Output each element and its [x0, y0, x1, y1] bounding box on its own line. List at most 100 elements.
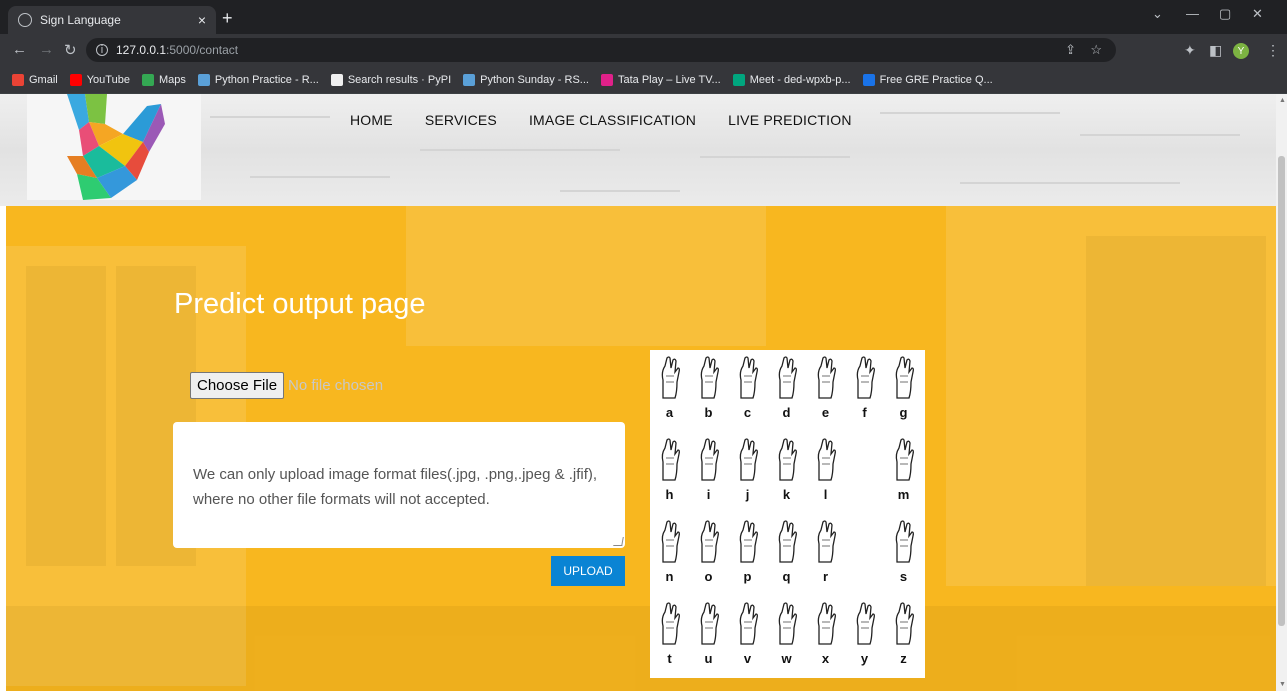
sign-letter-h: h [650, 432, 689, 512]
sign-letter-label: o [704, 569, 713, 584]
sign-letter-label: s [899, 569, 908, 584]
bookmark-item[interactable]: Maps [141, 73, 186, 86]
bookmark-label: YouTube [86, 73, 130, 86]
site-info-icon[interactable]: i [96, 44, 108, 56]
hand-sign-icon [778, 438, 797, 481]
browser-tab-strip: Sign Language × + ⌄ — ▢ ✕ [0, 0, 1287, 34]
address-bar[interactable]: i 127.0.0.1:5000/contact ⇪ ☆ [86, 38, 1116, 62]
scroll-up-icon[interactable]: ▲ [1279, 97, 1286, 104]
sign-letter-label: w [781, 651, 792, 666]
sign-letter-label: z [900, 651, 907, 666]
file-input[interactable]: Choose File No file chosen [190, 372, 383, 399]
hand-sign-icon [661, 520, 680, 563]
bookmark-item[interactable]: Meet - ded-wpxb-p... [732, 73, 851, 86]
sign-letter-u: u [689, 596, 728, 676]
sign-letter-z: z [884, 596, 923, 676]
web-page: HOME SERVICES IMAGE CLASSIFICATION LIVE … [0, 94, 1276, 691]
description-textarea[interactable]: We can only upload image format files(.j… [173, 422, 625, 548]
scrollbar-thumb[interactable] [1278, 156, 1285, 626]
sign-letter-e: e [806, 350, 845, 430]
bookmark-item[interactable]: Gmail [12, 73, 58, 86]
tab-close-icon[interactable]: × [198, 12, 206, 28]
forward-icon[interactable]: → [39, 41, 54, 58]
bookmark-favicon-icon [330, 73, 343, 86]
extensions-icon[interactable]: ✦ [1184, 42, 1196, 59]
bookmark-item[interactable]: Python Sunday - RS... [463, 73, 589, 86]
nav-services[interactable]: SERVICES [425, 112, 497, 128]
sign-letter-label: y [860, 651, 869, 666]
bookmark-item[interactable]: Python Practice - R... [197, 73, 319, 86]
resize-grip-icon[interactable] [613, 537, 624, 546]
hand-sign-icon [700, 356, 719, 399]
url-path: :5000/contact [166, 43, 239, 57]
sign-letter-label: g [899, 405, 908, 420]
sign-letter-c: c [728, 350, 767, 430]
hand-sign-icon [739, 602, 758, 645]
sign-letter-p: p [728, 514, 767, 594]
bookmark-favicon-icon [12, 73, 24, 86]
nav-live-prediction[interactable]: LIVE PREDICTION [728, 112, 852, 128]
no-file-chosen-text: No file chosen [288, 377, 384, 394]
sign-letter-f: f [845, 350, 884, 430]
bookmark-item[interactable]: Free GRE Practice Q... [862, 73, 993, 86]
share-icon[interactable]: ⇪ [1065, 42, 1076, 58]
upload-button[interactable]: UPLOAD [551, 556, 625, 586]
sign-letter-a: a [650, 350, 689, 430]
bookmark-item[interactable]: YouTube [69, 73, 130, 86]
hand-sign-icon [817, 438, 836, 481]
hand-sign-icon [817, 602, 836, 645]
nav-home[interactable]: HOME [350, 112, 393, 128]
window-close-icon[interactable]: ✕ [1252, 6, 1263, 22]
bookmark-label: Python Sunday - RS... [480, 73, 589, 86]
bookmark-favicon-icon [862, 73, 875, 86]
choose-file-button[interactable]: Choose File [190, 372, 285, 399]
restore-icon[interactable]: ▢ [1219, 6, 1231, 22]
hand-sign-icon [895, 520, 914, 563]
sign-letter-q: q [767, 514, 806, 594]
hand-sign-icon [895, 602, 914, 645]
site-logo[interactable] [27, 94, 201, 200]
sign-letter-label: k [782, 487, 791, 502]
bookmark-star-icon[interactable]: ☆ [1090, 42, 1102, 58]
sign-letter-label: n [665, 569, 674, 584]
sign-letter-m: m [884, 432, 923, 512]
sign-letter-label: i [706, 487, 711, 502]
sign-letter-label: x [821, 651, 830, 666]
browser-toolbar: ← → ↻ i 127.0.0.1:5000/contact ⇪ ☆ ✦ ◧ Y… [0, 34, 1287, 66]
page-scrollbar[interactable]: ▲ ▼ [1276, 94, 1287, 691]
hand-sign-icon [661, 356, 680, 399]
hand-sign-icon [817, 356, 836, 399]
sign-letter-label: f [862, 405, 867, 420]
scroll-down-icon[interactable]: ▼ [1279, 681, 1286, 688]
back-icon[interactable]: ← [12, 41, 27, 58]
bookmark-label: Maps [158, 73, 186, 86]
bookmark-item[interactable]: Tata Play – Live TV... [600, 73, 721, 86]
bookmark-label: Gmail [29, 73, 58, 86]
sign-letter-label: j [745, 487, 750, 502]
hand-sign-icon [739, 520, 758, 563]
site-header: HOME SERVICES IMAGE CLASSIFICATION LIVE … [0, 94, 1276, 206]
bookmark-favicon-icon [600, 73, 613, 86]
nav-image-classification[interactable]: IMAGE CLASSIFICATION [529, 112, 696, 128]
menu-icon[interactable]: ⋮ [1266, 42, 1280, 59]
sign-letter-label: b [704, 405, 713, 420]
tab-search-icon[interactable]: ⌄ [1152, 6, 1163, 22]
sign-letter-x: x [806, 596, 845, 676]
new-tab-button[interactable]: + [222, 9, 233, 27]
sign-alphabet-chart: a b c d e f g h i j k l m n o p q r s t u v w x y z [650, 350, 925, 678]
browser-tab[interactable]: Sign Language × [8, 6, 216, 34]
hand-sign-icon [895, 438, 914, 481]
hand-sign-icon [739, 438, 758, 481]
hand-sign-icon [661, 602, 680, 645]
bookmark-item[interactable]: Search results · PyPI [330, 73, 451, 86]
sign-letter-v: v [728, 596, 767, 676]
side-panel-icon[interactable]: ◧ [1209, 42, 1222, 59]
profile-avatar[interactable]: Y [1233, 43, 1249, 59]
sign-letter-i: i [689, 432, 728, 512]
reload-icon[interactable]: ↻ [64, 41, 77, 59]
sign-letter-label: l [823, 487, 828, 502]
sign-letter-l: l [806, 432, 845, 512]
bookmark-favicon-icon [197, 73, 210, 86]
sign-letter-label: q [782, 569, 791, 584]
minimize-icon[interactable]: — [1186, 6, 1199, 21]
